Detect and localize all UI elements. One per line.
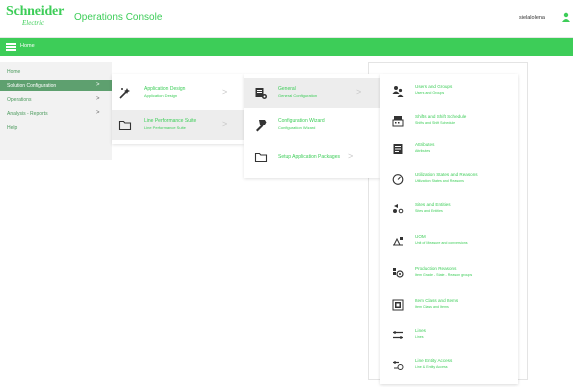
general-config-icon [254, 86, 268, 100]
submenu-solution-configuration: Application Design Application Design > … [112, 74, 244, 144]
config-item-subtitle: Item Class and Items [415, 305, 449, 309]
user-icon[interactable] [561, 12, 571, 22]
config-item-line-entity-access[interactable]: Line Entity Access Line & Entity Access [380, 352, 518, 378]
submenu-item-application-design[interactable]: Application Design Application Design > [112, 78, 244, 108]
submenu-item-title: General [278, 86, 296, 92]
nav-bar: Home [0, 38, 573, 56]
submenu-item-title: Setup Application Packages [278, 154, 340, 160]
submenu-item-subtitle: Application Design [144, 93, 178, 98]
uom-icon [392, 235, 404, 247]
chevron-right-icon: > [348, 151, 354, 161]
config-item-title: Item Class and Items [415, 298, 459, 303]
menu-item-label: Solution Configuration [7, 83, 57, 89]
logo-wordmark: Schneider [6, 4, 65, 19]
chevron-right-icon: > [222, 87, 228, 97]
item-class-icon [392, 299, 404, 311]
config-item-subtitle: Attributes [415, 149, 431, 153]
submenu-item-setup-application-packages[interactable]: Setup Application Packages > [244, 142, 380, 172]
config-item-subtitle: Line & Entity Access [415, 365, 448, 369]
main-menu: Home Solution Configuration > Operations… [0, 62, 112, 160]
config-item-title: Shifts and Shift Schedule [415, 114, 467, 119]
config-item-title: Users and Groups [415, 84, 453, 89]
menu-item-home[interactable]: Home [0, 66, 112, 77]
submenu-item-subtitle: Line Performance Suite [144, 125, 186, 130]
config-item-uom[interactable]: UOM Unit of Measure and conversions [380, 228, 518, 254]
menu-item-analysis-reports[interactable]: Analysis - Reports > [0, 108, 112, 119]
submenu-item-subtitle: General Configuration [278, 93, 318, 98]
config-item-shifts[interactable]: Shifts and Shift Schedule Shifts and Shi… [380, 108, 518, 134]
chevron-right-icon: > [222, 119, 228, 129]
submenu-item-title: Line Performance Suite [144, 118, 197, 124]
folder-icon [254, 150, 268, 164]
config-item-subtitle: Users and Groups [415, 91, 445, 95]
gauge-icon [392, 173, 404, 185]
config-item-utilization-states[interactable]: Utilization States and Reasons Utilizati… [380, 166, 518, 192]
shift-icon [392, 115, 404, 127]
nav-home-link[interactable]: Home [20, 43, 35, 49]
app-title: Operations Console [74, 12, 163, 23]
submenu-line-performance-suite: General General Configuration > Configur… [244, 74, 380, 178]
users-icon [392, 85, 404, 97]
production-reasons-icon [392, 267, 404, 279]
config-item-users-and-groups[interactable]: Users and Groups Users and Groups [380, 78, 518, 104]
hamburger-menu-icon[interactable] [6, 43, 16, 51]
sites-icon [392, 203, 404, 215]
config-item-title: Production Reasons [415, 266, 457, 271]
line-entity-icon [392, 359, 404, 371]
config-item-title: UOM [415, 234, 426, 239]
config-item-production-reasons[interactable]: Production Reasons Item Grade - State - … [380, 260, 518, 286]
menu-item-label: Home [7, 69, 21, 75]
config-item-subtitle: Lines [415, 335, 424, 339]
chevron-right-icon: > [96, 96, 100, 102]
schneider-logo[interactable]: Schneider Electric [6, 5, 64, 27]
chevron-right-icon: > [96, 82, 100, 88]
config-item-title: Attributes [415, 142, 435, 147]
config-item-sites-and-entities[interactable]: Sites and Entities Sites and Entities [380, 196, 518, 222]
config-item-title: Line Entity Access [415, 358, 453, 363]
submenu-item-line-performance-suite[interactable]: Line Performance Suite Line Performance … [112, 110, 244, 140]
config-item-subtitle: Item Grade - State - Reason groups [415, 273, 473, 277]
config-item-subtitle: Utilization States and Reasons [415, 179, 464, 183]
config-item-title: Sites and Entities [415, 202, 451, 207]
menu-item-help[interactable]: Help [0, 122, 112, 133]
app-header: Schneider Electric Operations Console si… [0, 0, 573, 38]
submenu-general-configuration: Users and Groups Users and Groups Shifts… [380, 74, 518, 384]
submenu-item-title: Configuration Wizard [278, 118, 325, 124]
menu-item-label: Help [7, 125, 18, 131]
submenu-item-title: Application Design [144, 86, 186, 92]
config-item-title: Lines [415, 328, 426, 333]
wand-icon [118, 86, 132, 100]
menu-item-solution-configuration[interactable]: Solution Configuration > [0, 80, 112, 91]
chevron-right-icon: > [356, 87, 362, 97]
config-item-subtitle: Shifts and Shift Schedule [415, 121, 456, 125]
config-item-lines[interactable]: Lines Lines [380, 322, 518, 348]
submenu-item-configuration-wizard[interactable]: Configuration Wizard Configuration Wizar… [244, 110, 380, 140]
config-item-subtitle: Sites and Entities [415, 209, 443, 213]
attributes-icon [392, 143, 404, 155]
submenu-item-general[interactable]: General General Configuration > [244, 78, 380, 108]
config-item-attributes[interactable]: Attributes Attributes [380, 136, 518, 162]
menu-item-label: Analysis - Reports [7, 111, 48, 117]
menu-item-operations[interactable]: Operations > [0, 94, 112, 105]
config-item-title: Utilization States and Reasons [415, 172, 478, 177]
config-item-subtitle: Unit of Measure and conversions [415, 241, 468, 245]
config-item-item-class[interactable]: Item Class and Items Item Class and Item… [380, 292, 518, 318]
lines-icon [392, 329, 404, 341]
submenu-item-subtitle: Configuration Wizard [278, 125, 316, 130]
logo-subline: Electric [22, 19, 45, 27]
chevron-right-icon: > [96, 110, 100, 116]
folder-icon [118, 118, 132, 132]
wizard-icon [254, 118, 268, 132]
user-name[interactable]: sielalolena [519, 15, 545, 21]
menu-item-label: Operations [7, 97, 32, 103]
